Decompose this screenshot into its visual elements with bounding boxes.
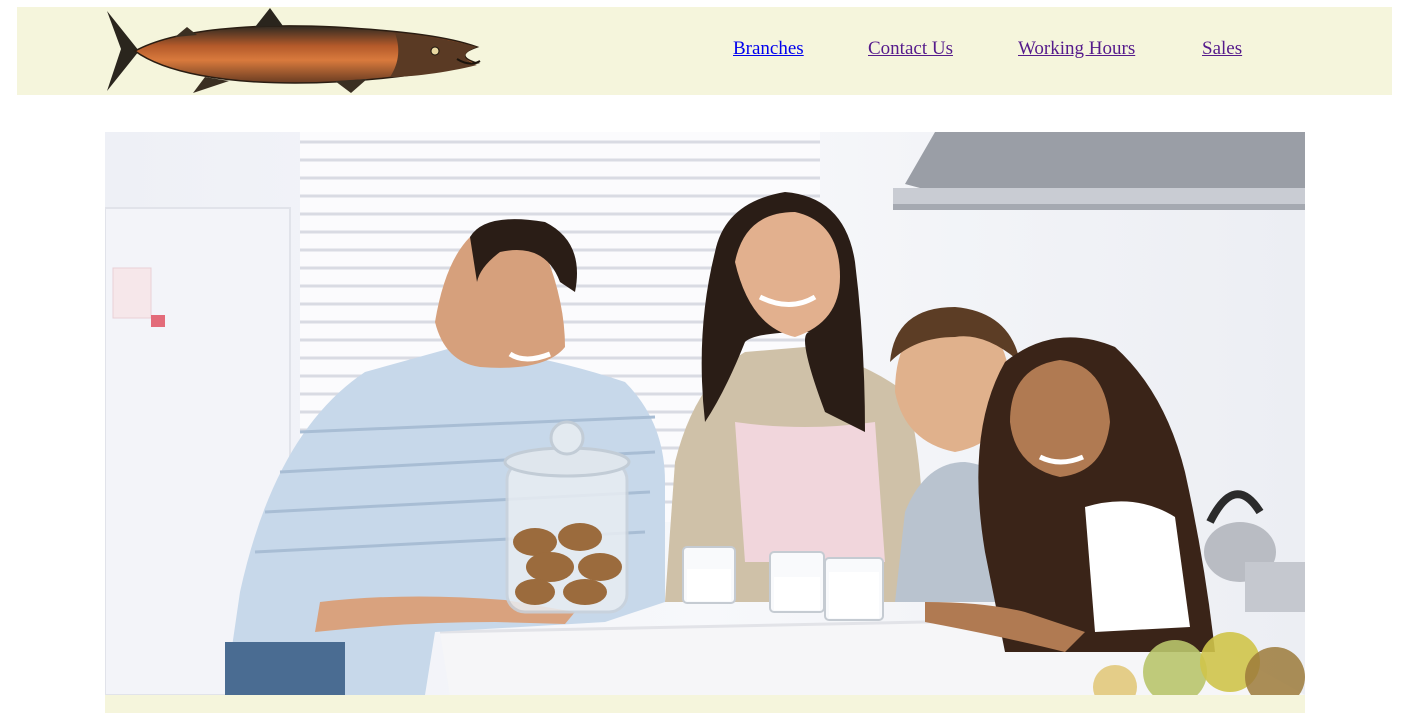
- main-nav: Branches Contact Us Working Hours Sales: [17, 38, 1392, 68]
- nav-link-contact-us[interactable]: Contact Us: [868, 38, 953, 60]
- nav-link-working-hours[interactable]: Working Hours: [1018, 38, 1135, 60]
- content-footer-strip: [105, 695, 1305, 713]
- nav-link-branches[interactable]: Branches: [733, 38, 804, 60]
- nav-link-sales[interactable]: Sales: [1202, 38, 1242, 60]
- hero-image: [105, 132, 1305, 695]
- site-header: Branches Contact Us Working Hours Sales: [17, 7, 1392, 95]
- family-in-kitchen-photo: [105, 132, 1305, 695]
